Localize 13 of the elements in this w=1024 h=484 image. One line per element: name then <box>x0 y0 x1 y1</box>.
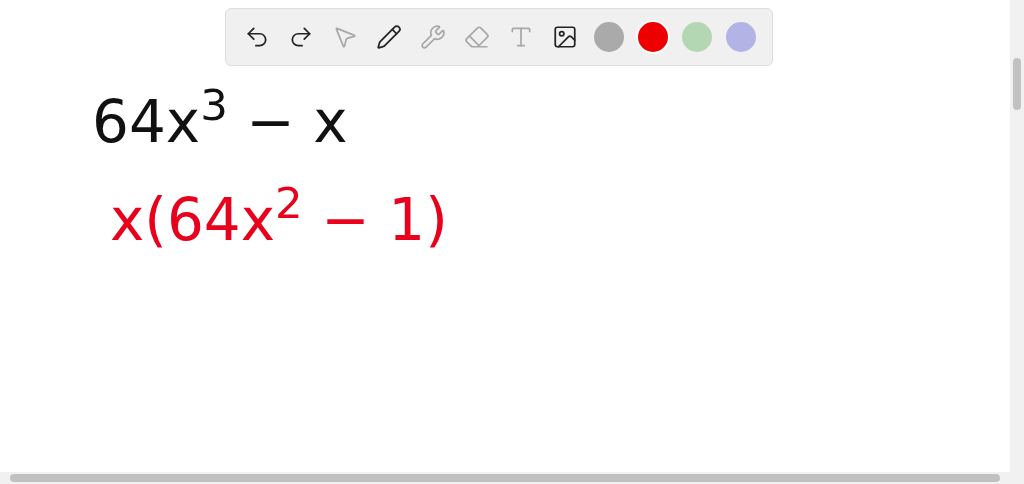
horizontal-scrollbar[interactable] <box>0 472 1024 484</box>
pencil-icon <box>376 24 402 50</box>
handwritten-math: x(64x$^{2}$ − 1) <box>109 186 449 254</box>
color-swatch[interactable] <box>638 22 668 52</box>
vertical-scrollbar[interactable] <box>1010 0 1024 472</box>
eraser-icon <box>464 24 490 50</box>
wrench-icon <box>420 24 446 50</box>
handwritten-math: 64x$^{3}$ − x <box>92 88 349 156</box>
color-swatch[interactable] <box>726 22 756 52</box>
color-swatch[interactable] <box>594 22 624 52</box>
image-icon <box>552 24 578 50</box>
color-swatch[interactable] <box>682 22 712 52</box>
text-icon <box>508 24 534 50</box>
